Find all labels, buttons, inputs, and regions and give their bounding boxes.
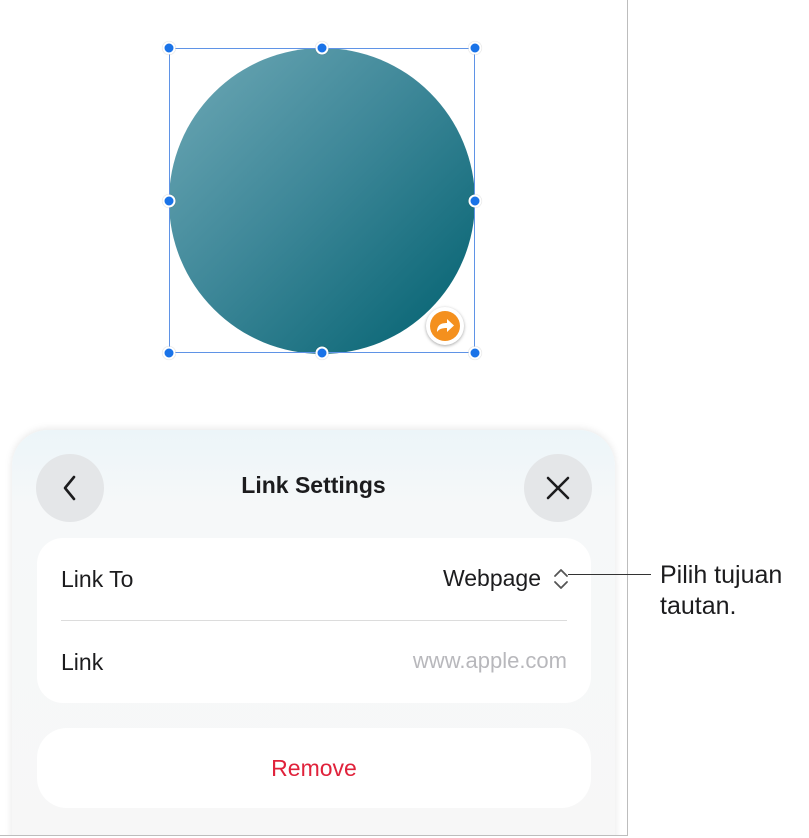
remove-label: Remove — [271, 754, 357, 781]
link-url-input[interactable]: www.apple.com — [413, 648, 567, 674]
resize-handle-bottom-right[interactable] — [468, 346, 482, 360]
callout-line-1: Pilih tujuan — [660, 561, 783, 589]
callout-line-2: tautan. — [660, 592, 737, 620]
link-badge[interactable] — [426, 307, 464, 345]
link-settings-sheet: Link Settings Link To Webpage Link www.a… — [12, 430, 615, 835]
link-label: Link — [61, 649, 104, 675]
callout-text: Pilih tujuan tautan. — [660, 560, 809, 622]
remove-button[interactable]: Remove — [37, 728, 591, 808]
callout-line — [568, 574, 651, 575]
resize-handle-right[interactable] — [468, 194, 482, 208]
selection-box — [169, 48, 475, 353]
resize-handle-bottom-left[interactable] — [162, 346, 176, 360]
device-screen: Link Settings Link To Webpage Link www.a… — [0, 0, 628, 836]
close-icon — [546, 476, 570, 500]
link-to-value[interactable]: Webpage — [443, 565, 541, 592]
chevron-up-down-icon[interactable] — [553, 568, 569, 590]
link-row[interactable]: Link www.apple.com — [37, 621, 591, 703]
close-button[interactable] — [524, 454, 592, 522]
link-to-row[interactable]: Link To Webpage — [37, 538, 591, 620]
document-canvas — [0, 0, 627, 430]
link-options-card: Link To Webpage Link www.apple.com — [37, 538, 591, 703]
resize-handle-left[interactable] — [162, 194, 176, 208]
resize-handle-top[interactable] — [315, 41, 329, 55]
resize-handle-top-right[interactable] — [468, 41, 482, 55]
resize-handle-top-left[interactable] — [162, 41, 176, 55]
link-arrow-icon — [437, 319, 454, 332]
resize-handle-bottom[interactable] — [315, 346, 329, 360]
link-to-label: Link To — [61, 566, 134, 592]
